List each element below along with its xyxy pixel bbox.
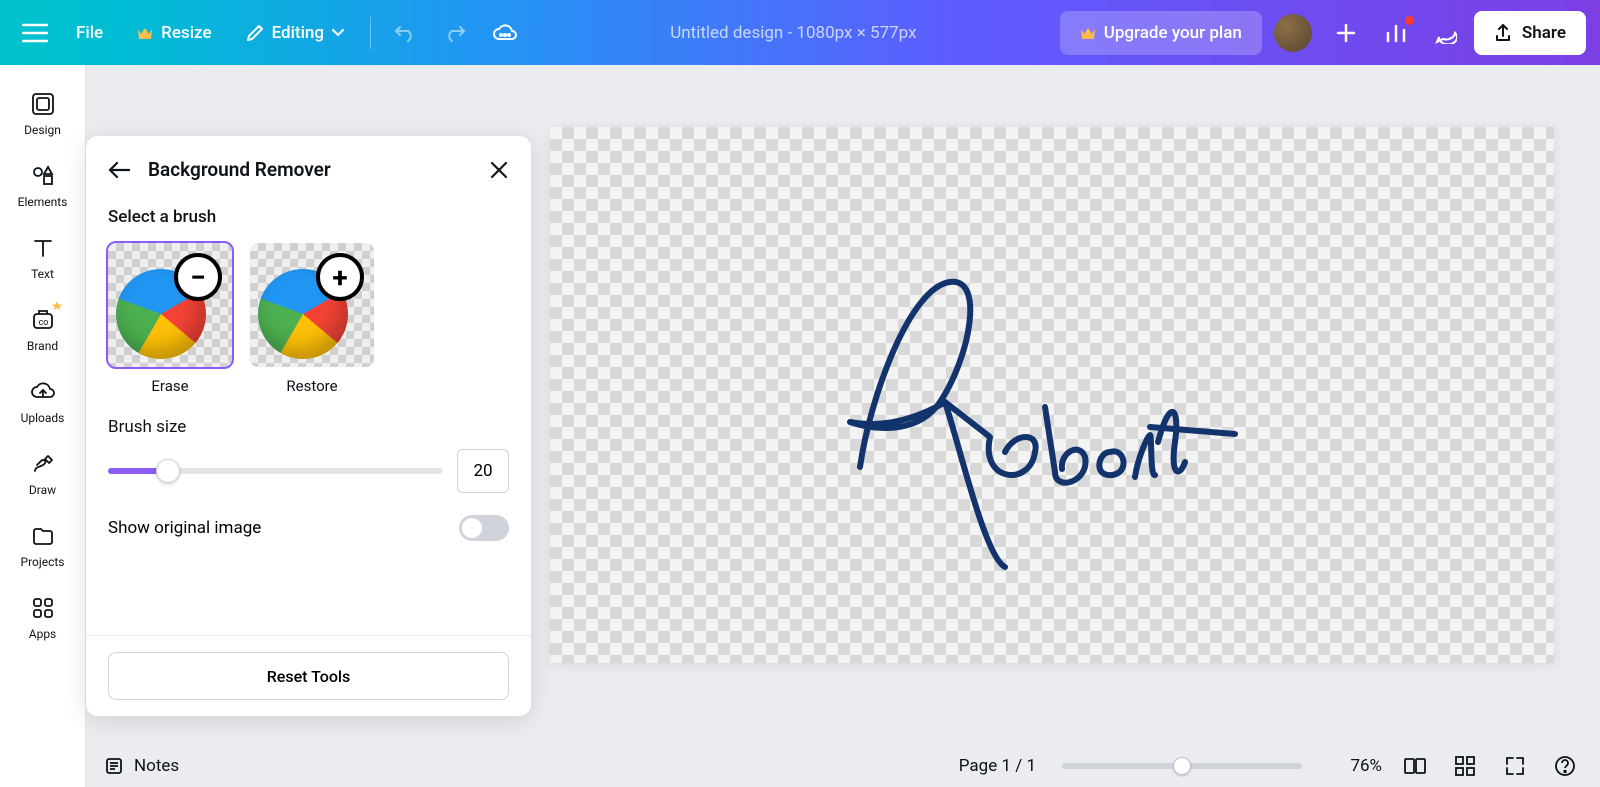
artboard[interactable] bbox=[550, 127, 1554, 663]
sidebar-item-label: Projects bbox=[21, 555, 65, 569]
sidebar-item-label: Apps bbox=[29, 627, 57, 641]
file-menu[interactable]: File bbox=[62, 12, 117, 54]
sidebar-item-label: Design bbox=[24, 123, 61, 137]
grid-view-button[interactable] bbox=[1448, 749, 1482, 783]
svg-text:co: co bbox=[38, 318, 48, 328]
brush-option-restore[interactable]: + Restore bbox=[250, 243, 374, 395]
fullscreen-button[interactable] bbox=[1498, 749, 1532, 783]
sidebar-item-label: Elements bbox=[18, 195, 68, 209]
sidebar-item-brand[interactable]: co Brand bbox=[0, 295, 85, 365]
editing-menu[interactable]: Editing bbox=[232, 12, 358, 54]
main-menu-button[interactable] bbox=[14, 12, 56, 54]
brush-option-erase[interactable]: − Erase bbox=[108, 243, 232, 395]
background-remover-panel: Background Remover Select a brush − Eras… bbox=[86, 136, 531, 716]
show-original-toggle[interactable] bbox=[459, 515, 509, 541]
pages-view-button[interactable] bbox=[1398, 749, 1432, 783]
minus-icon: − bbox=[174, 253, 222, 301]
sidebar-item-elements[interactable]: Elements bbox=[0, 151, 85, 221]
topbar: File Resize Editing Untitled design - 10… bbox=[0, 0, 1600, 65]
upload-icon bbox=[1494, 24, 1512, 42]
zoom-percentage[interactable]: 76% bbox=[1328, 756, 1382, 776]
page-indicator: Page 1 / 1 bbox=[959, 756, 1036, 776]
brush-restore-label: Restore bbox=[286, 377, 337, 395]
signature-image bbox=[830, 257, 1250, 577]
sidebar-item-label: Text bbox=[31, 267, 54, 281]
divider bbox=[370, 17, 371, 49]
editing-label: Editing bbox=[272, 23, 324, 43]
crown-icon bbox=[1080, 26, 1096, 40]
sidebar-item-design[interactable]: Design bbox=[0, 79, 85, 149]
notes-label: Notes bbox=[134, 756, 179, 776]
reset-tools-button[interactable]: Reset Tools bbox=[108, 652, 509, 700]
brush-erase-label: Erase bbox=[151, 377, 188, 395]
help-button[interactable] bbox=[1548, 749, 1582, 783]
sidebar: Design Elements Text co Brand Uploads Dr… bbox=[0, 65, 86, 787]
bottombar: Notes Page 1 / 1 76% bbox=[86, 745, 1600, 787]
sidebar-item-text[interactable]: Text bbox=[0, 223, 85, 293]
avatar[interactable] bbox=[1274, 14, 1312, 52]
pencil-icon bbox=[246, 24, 264, 42]
file-menu-label: File bbox=[76, 23, 103, 43]
sidebar-item-draw[interactable]: Draw bbox=[0, 439, 85, 509]
share-button[interactable]: Share bbox=[1474, 11, 1586, 55]
add-button[interactable] bbox=[1324, 12, 1368, 54]
undo-button[interactable] bbox=[383, 12, 427, 54]
brush-size-value[interactable]: 20 bbox=[457, 449, 509, 493]
cloud-sync-button[interactable] bbox=[483, 12, 527, 54]
document-title[interactable]: Untitled design - 1080px × 577px bbox=[533, 23, 1054, 43]
back-button[interactable] bbox=[108, 161, 130, 179]
sidebar-item-label: Brand bbox=[27, 339, 58, 353]
upgrade-label: Upgrade your plan bbox=[1104, 23, 1242, 43]
resize-label: Resize bbox=[161, 23, 211, 43]
close-button[interactable] bbox=[489, 160, 509, 180]
brush-size-label: Brush size bbox=[108, 417, 509, 437]
brush-section-label: Select a brush bbox=[108, 207, 509, 227]
resize-menu[interactable]: Resize bbox=[123, 12, 225, 54]
show-original-label: Show original image bbox=[108, 518, 261, 538]
crown-icon bbox=[137, 26, 153, 40]
chevron-down-icon bbox=[332, 29, 344, 37]
zoom-slider[interactable] bbox=[1062, 763, 1302, 769]
comment-button[interactable] bbox=[1424, 12, 1468, 54]
sidebar-item-projects[interactable]: Projects bbox=[0, 511, 85, 581]
upgrade-button[interactable]: Upgrade your plan bbox=[1060, 11, 1262, 55]
share-label: Share bbox=[1522, 23, 1566, 43]
brush-size-slider[interactable] bbox=[108, 468, 443, 474]
panel-title: Background Remover bbox=[148, 158, 331, 181]
sidebar-item-apps[interactable]: Apps bbox=[0, 583, 85, 653]
insights-button[interactable] bbox=[1374, 12, 1418, 54]
sidebar-item-label: Draw bbox=[29, 483, 56, 497]
sidebar-item-uploads[interactable]: Uploads bbox=[0, 367, 85, 437]
sidebar-item-label: Uploads bbox=[21, 411, 65, 425]
redo-button[interactable] bbox=[433, 12, 477, 54]
plus-icon: + bbox=[316, 253, 364, 301]
notes-button[interactable]: Notes bbox=[104, 756, 179, 776]
